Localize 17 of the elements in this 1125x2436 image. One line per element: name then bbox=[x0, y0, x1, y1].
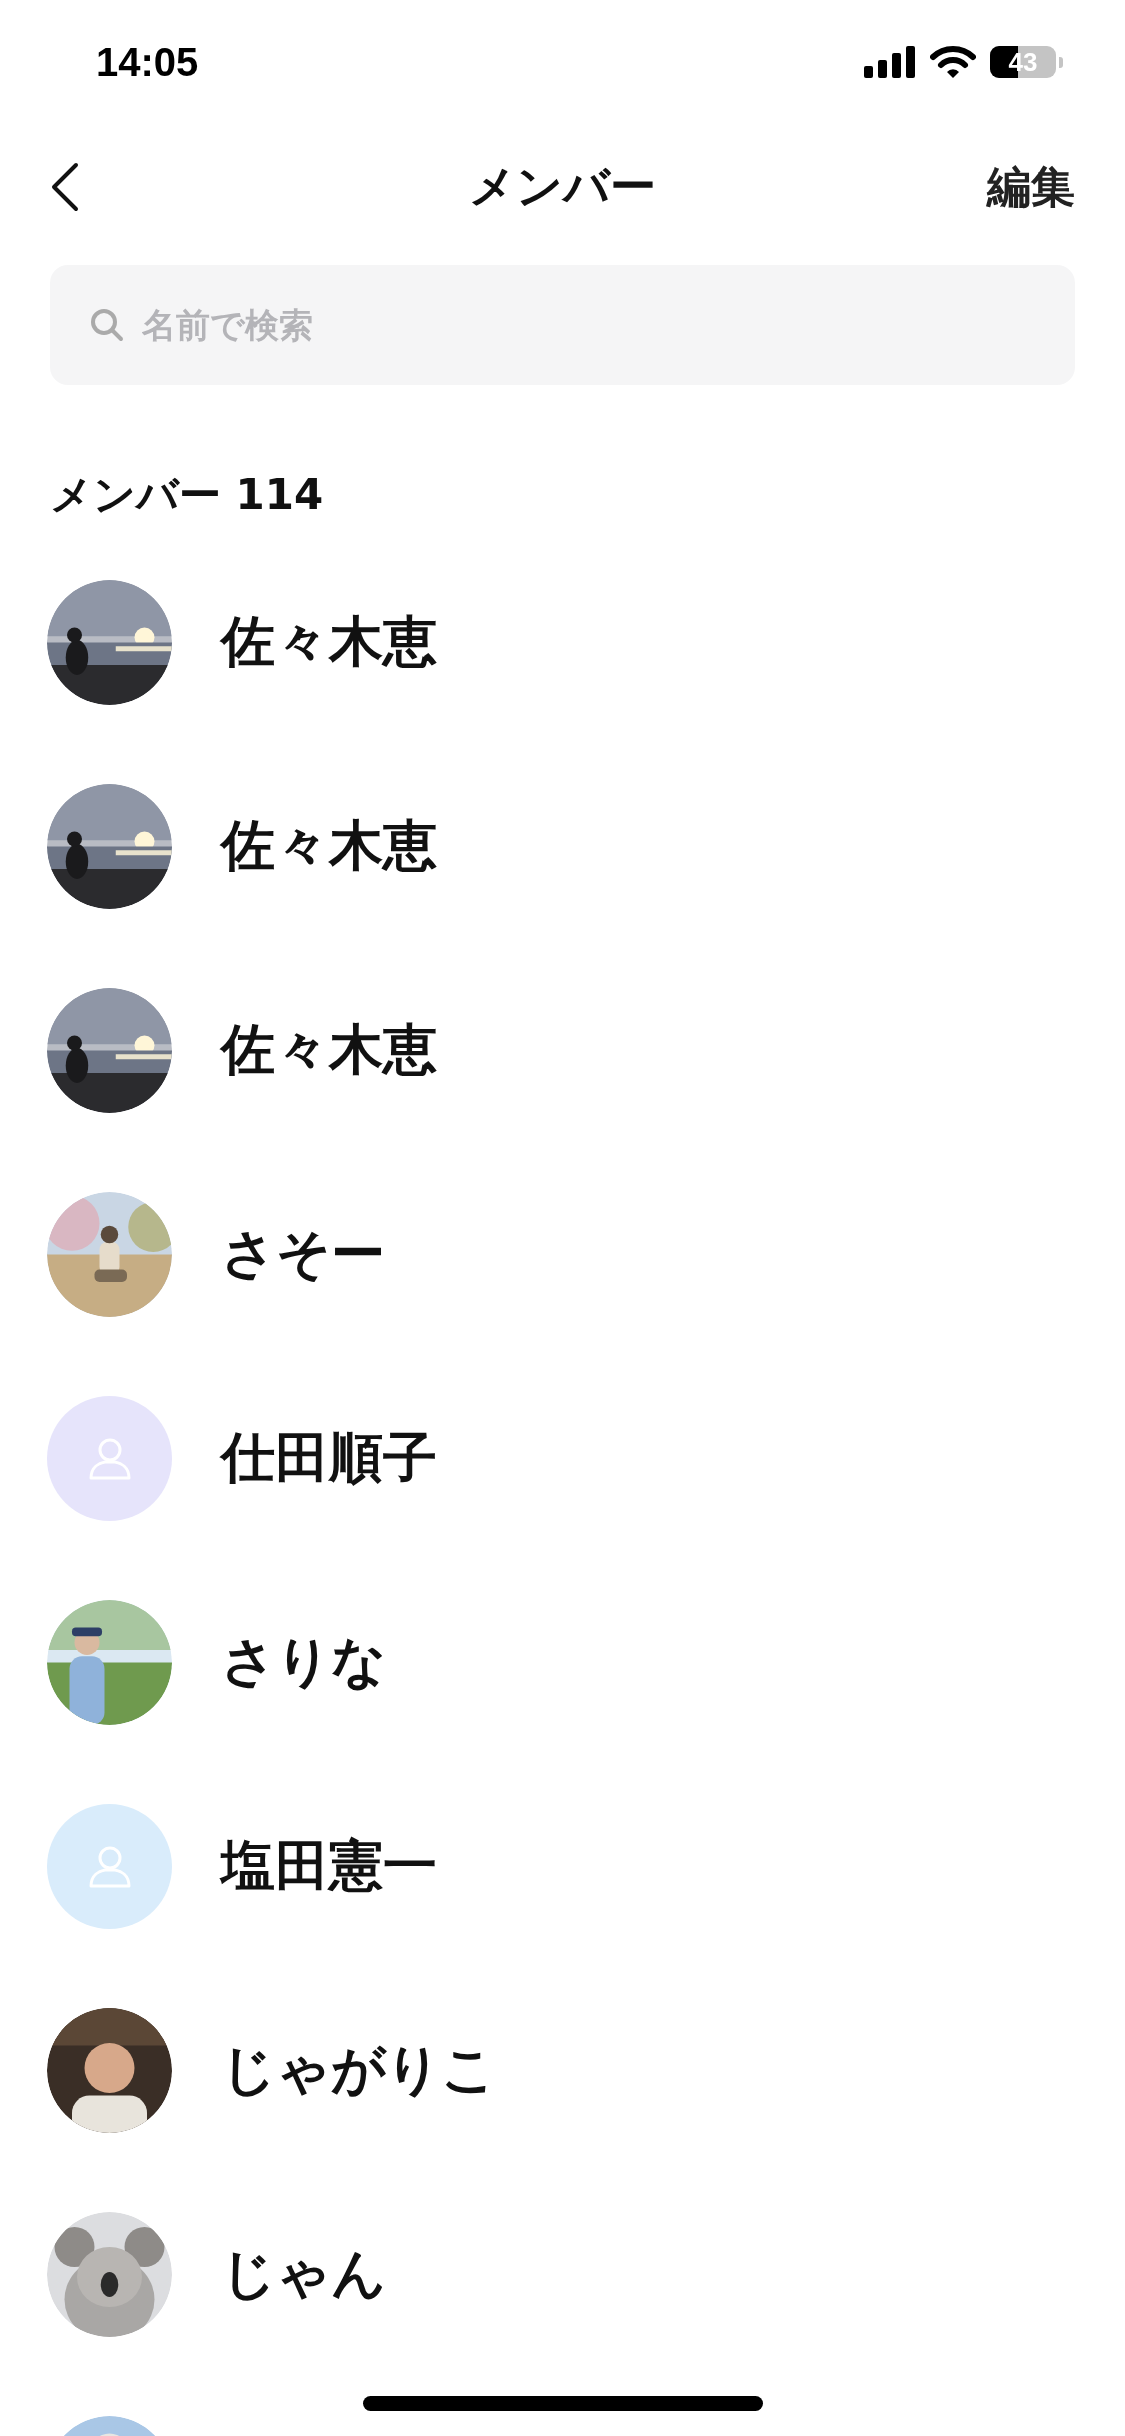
back-button[interactable] bbox=[50, 162, 80, 212]
member-name[interactable]: さりな bbox=[221, 1625, 386, 1699]
signal-icon bbox=[864, 46, 916, 78]
member-name[interactable]: じゃん bbox=[221, 2237, 386, 2311]
section-heading: メンバー 114 bbox=[50, 469, 324, 521]
page-title: メンバー bbox=[469, 158, 656, 215]
status-time: 14:05 bbox=[96, 39, 199, 85]
member-name[interactable]: 佐々木恵 bbox=[221, 605, 437, 679]
member-name[interactable]: さそー bbox=[221, 1217, 385, 1291]
member-name[interactable]: 仕田順子 bbox=[221, 1421, 437, 1495]
edit-button[interactable]: 編集 bbox=[987, 157, 1075, 217]
member-name[interactable]: 塩田憲一 bbox=[221, 1829, 437, 1903]
member-name[interactable]: 佐々木恵 bbox=[221, 1013, 437, 1087]
member-name[interactable]: 佐々木恵 bbox=[221, 809, 437, 883]
member-name[interactable]: じゃがりこ bbox=[221, 2033, 496, 2107]
search-icon bbox=[90, 308, 124, 342]
wifi-icon bbox=[930, 45, 976, 79]
